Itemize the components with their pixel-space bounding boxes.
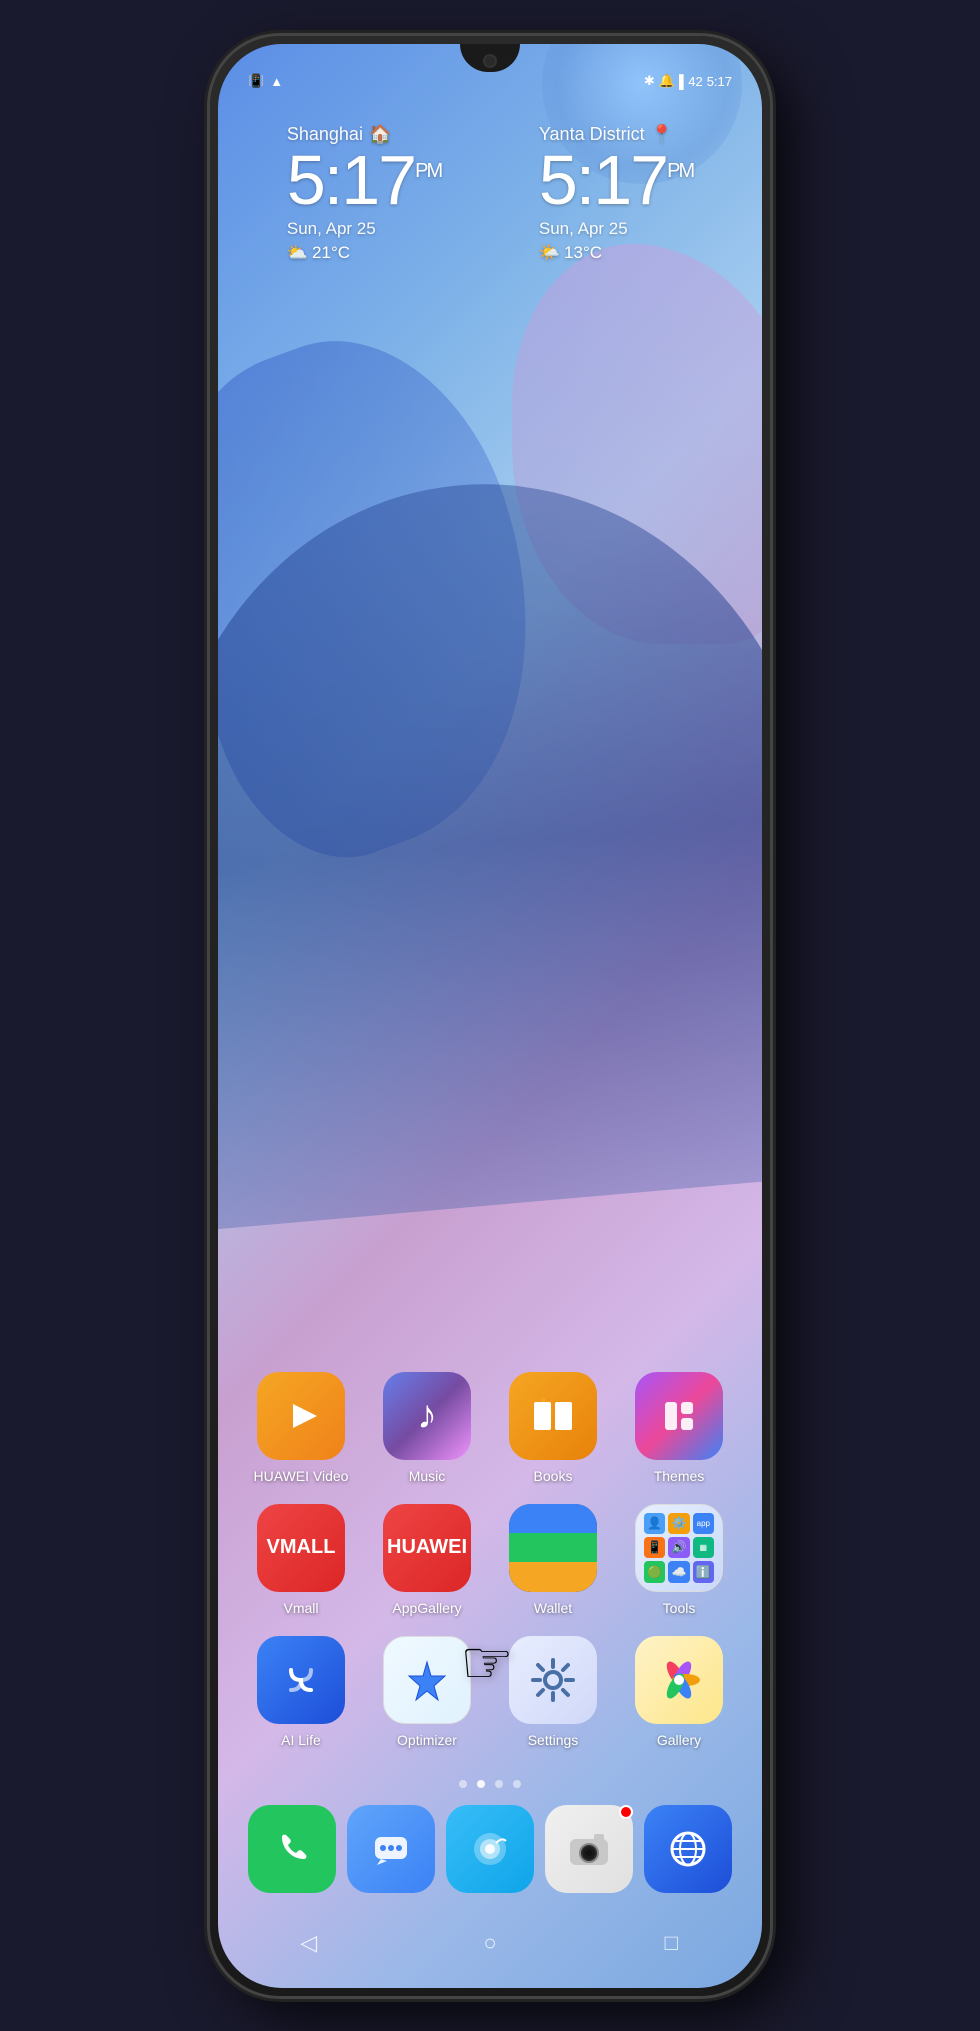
city-shanghai: Shanghai 🏠	[287, 124, 441, 145]
dot-1	[459, 1780, 467, 1788]
front-camera	[483, 54, 497, 68]
tools-label: Tools	[663, 1600, 696, 1616]
ai-life-icon[interactable]	[257, 1636, 345, 1724]
messages-icon[interactable]	[347, 1805, 435, 1893]
gallery-label: Gallery	[657, 1732, 701, 1748]
books-label: Books	[534, 1468, 573, 1484]
cursor-hand: ☞	[460, 1628, 514, 1698]
dock-camera[interactable]	[545, 1805, 633, 1893]
camera-notification-dot	[619, 1805, 633, 1819]
themes-icon[interactable]	[635, 1372, 723, 1460]
vmall-icon[interactable]: VMALL	[257, 1504, 345, 1592]
books-icon[interactable]	[509, 1372, 597, 1460]
dot-2	[477, 1780, 485, 1788]
weather-yanta: 🌤️ 13°C	[539, 243, 693, 263]
nav-back[interactable]: ◁	[284, 1918, 334, 1968]
mute-icon: 🔔	[659, 73, 675, 89]
gallery-icon[interactable]	[635, 1636, 723, 1724]
music-label: Music	[409, 1468, 446, 1484]
wifi-icon: ▲	[270, 74, 283, 89]
status-left: 📳 ▲	[248, 73, 283, 89]
settings-label: Settings	[528, 1732, 579, 1748]
dock-browser[interactable]	[644, 1805, 732, 1893]
camera-icon[interactable]	[545, 1805, 633, 1893]
app-books[interactable]: Books	[498, 1372, 608, 1484]
wallet-icon[interactable]	[509, 1504, 597, 1592]
app-vmall[interactable]: VMALL Vmall	[246, 1504, 356, 1616]
location-icon: 📍	[651, 124, 673, 145]
dot-4	[513, 1780, 521, 1788]
bluetooth-icon: ✱	[644, 73, 655, 89]
browser-icon[interactable]	[644, 1805, 732, 1893]
app-wallet[interactable]: Wallet	[498, 1504, 608, 1616]
nav-bar: ◁ ○ □	[218, 1908, 762, 1988]
weather-icon-shanghai: ⛅	[287, 243, 308, 263]
app-gallery[interactable]: Gallery	[624, 1636, 734, 1748]
app-appgallery[interactable]: HUAWEI AppGallery	[372, 1504, 482, 1616]
optimizer-label: Optimizer	[397, 1732, 457, 1748]
tools-icon[interactable]: 👤 ⚙️ app 📱 🔊 ▦ 🟢 ☁️ ℹ️	[635, 1504, 723, 1592]
phone-screen: 📳 ▲ ✱ 🔔 ▌42 5:17 Shanghai 🏠 5:17PM Sun,	[218, 44, 762, 1988]
app-ai-life[interactable]: AI Life	[246, 1636, 356, 1748]
app-grid: HUAWEI Video ♪ Music	[218, 1372, 762, 1768]
dock	[218, 1805, 762, 1893]
huawei-video-icon[interactable]	[257, 1372, 345, 1460]
nav-recent[interactable]: □	[646, 1918, 696, 1968]
dock-support[interactable]	[446, 1805, 534, 1893]
clock-widget-yanta: Yanta District 📍 5:17PM Sun, Apr 25 🌤️ 1…	[539, 124, 693, 263]
phone-outer: 📳 ▲ ✱ 🔔 ▌42 5:17 Shanghai 🏠 5:17PM Sun,	[210, 36, 770, 1996]
appgallery-label: AppGallery	[392, 1600, 461, 1616]
wallet-label: Wallet	[534, 1600, 572, 1616]
clock-widget-shanghai: Shanghai 🏠 5:17PM Sun, Apr 25 ⛅ 21°C	[287, 124, 441, 263]
app-music[interactable]: ♪ Music	[372, 1372, 482, 1484]
ai-life-label: AI Life	[281, 1732, 321, 1748]
home-icon: 🏠	[369, 124, 391, 145]
dock-messages[interactable]	[347, 1805, 435, 1893]
dot-3	[495, 1780, 503, 1788]
support-icon[interactable]	[446, 1805, 534, 1893]
date-yanta: Sun, Apr 25	[539, 219, 693, 239]
themes-label: Themes	[654, 1468, 705, 1484]
music-icon[interactable]: ♪	[383, 1372, 471, 1460]
time-yanta: 5:17PM	[539, 145, 693, 215]
app-row-2: VMALL Vmall HUAWEI AppGallery	[238, 1504, 742, 1616]
time-shanghai: 5:17PM	[287, 145, 441, 215]
clock-area: Shanghai 🏠 5:17PM Sun, Apr 25 ⛅ 21°C Yan…	[218, 124, 762, 263]
dock-phone[interactable]	[248, 1805, 336, 1893]
weather-icon-yanta: 🌤️	[539, 243, 560, 263]
page-dots	[459, 1780, 521, 1788]
app-tools[interactable]: 👤 ⚙️ app 📱 🔊 ▦ 🟢 ☁️ ℹ️ Tools	[624, 1504, 734, 1616]
app-row-1: HUAWEI Video ♪ Music	[238, 1372, 742, 1484]
weather-shanghai: ⛅ 21°C	[287, 243, 441, 263]
city-yanta: Yanta District 📍	[539, 124, 693, 145]
optimizer-icon[interactable]	[383, 1636, 471, 1724]
status-time: 5:17	[707, 74, 732, 89]
settings-icon[interactable]	[509, 1636, 597, 1724]
phone-icon[interactable]	[248, 1805, 336, 1893]
app-huawei-video[interactable]: HUAWEI Video	[246, 1372, 356, 1484]
appgallery-icon[interactable]: HUAWEI	[383, 1504, 471, 1592]
sim-icon: 📳	[248, 73, 264, 89]
huawei-video-label: HUAWEI Video	[254, 1468, 349, 1484]
status-right: ✱ 🔔 ▌42 5:17	[644, 73, 732, 89]
nav-home[interactable]: ○	[465, 1918, 515, 1968]
date-shanghai: Sun, Apr 25	[287, 219, 441, 239]
battery-icon: ▌42	[679, 74, 703, 89]
app-settings[interactable]: Settings	[498, 1636, 608, 1748]
app-themes[interactable]: Themes	[624, 1372, 734, 1484]
vmall-label: Vmall	[283, 1600, 318, 1616]
